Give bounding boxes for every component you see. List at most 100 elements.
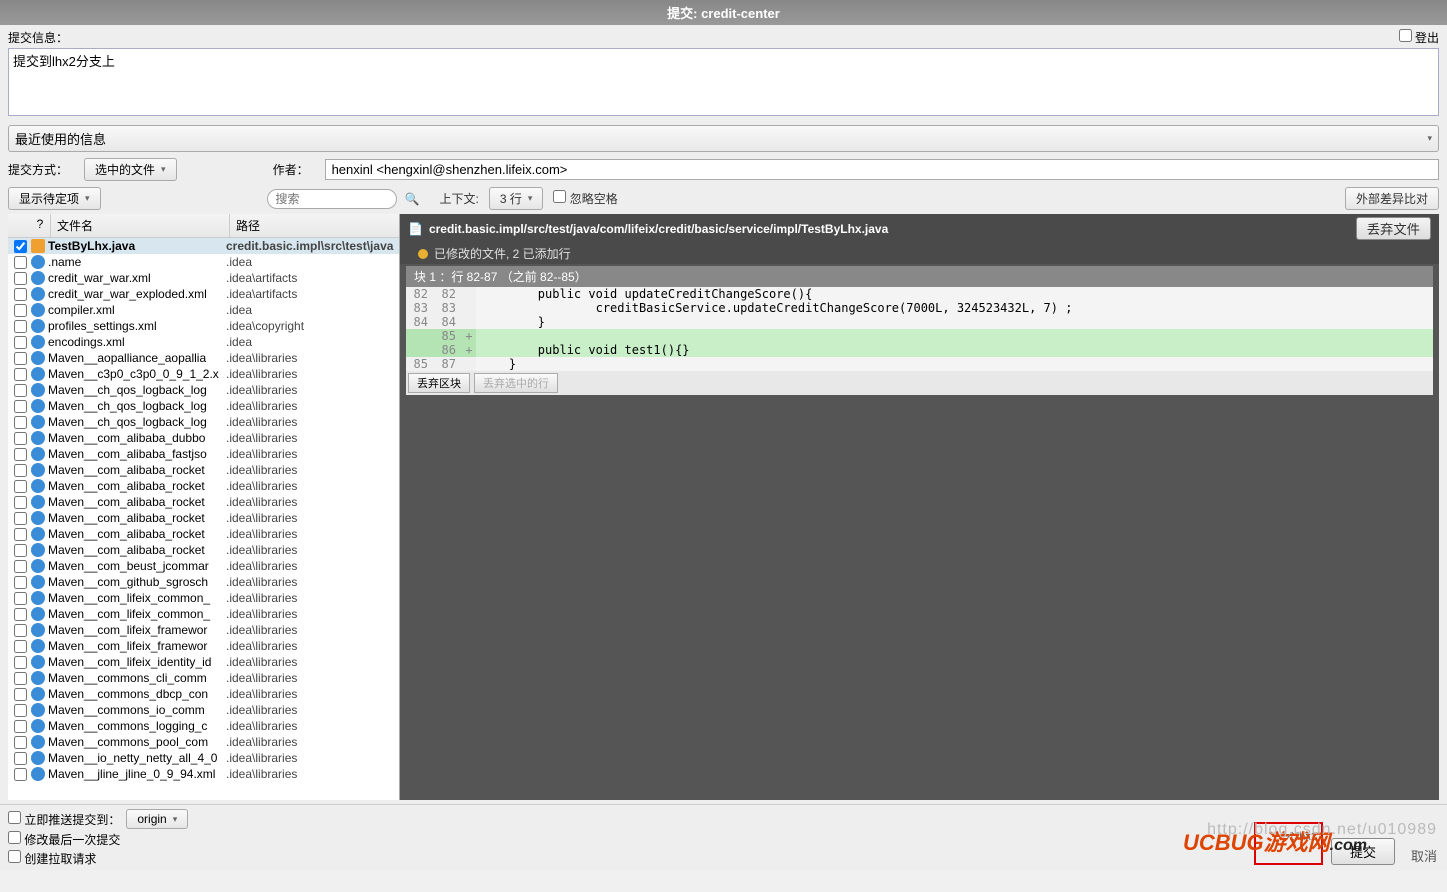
- file-row[interactable]: Maven__aopalliance_aopallia.idea\librari…: [8, 350, 399, 366]
- file-row[interactable]: profiles_settings.xml.idea\copyright: [8, 318, 399, 334]
- file-row[interactable]: Maven__com_lifeix_common_.idea\libraries: [8, 590, 399, 606]
- file-checkbox[interactable]: [14, 736, 27, 749]
- context-lines-select[interactable]: 3 行 ▾: [489, 187, 544, 210]
- file-checkbox[interactable]: [14, 416, 27, 429]
- file-checkbox[interactable]: [14, 448, 27, 461]
- file-row[interactable]: credit_war_war.xml.idea\artifacts: [8, 270, 399, 286]
- file-checkbox[interactable]: [14, 768, 27, 781]
- file-row[interactable]: encodings.xml.idea: [8, 334, 399, 350]
- file-checkbox[interactable]: [14, 256, 27, 269]
- file-row[interactable]: Maven__c3p0_c3p0_0_9_1_2.x.idea\librarie…: [8, 366, 399, 382]
- file-row[interactable]: TestByLhx.javacredit.basic.impl\src\test…: [8, 238, 399, 254]
- file-row[interactable]: .name.idea: [8, 254, 399, 270]
- file-checkbox[interactable]: [14, 656, 27, 669]
- file-row[interactable]: Maven__jline_jline_0_9_94.xml.idea\libra…: [8, 766, 399, 782]
- file-row[interactable]: Maven__com_lifeix_framewor.idea\librarie…: [8, 638, 399, 654]
- file-row[interactable]: Maven__commons_io_comm.idea\libraries: [8, 702, 399, 718]
- file-row[interactable]: Maven__ch_qos_logback_log.idea\libraries: [8, 382, 399, 398]
- commit-mode-select[interactable]: 选中的文件 ▾: [84, 158, 177, 181]
- file-checkbox[interactable]: [14, 496, 27, 509]
- file-checkbox[interactable]: [14, 384, 27, 397]
- file-checkbox[interactable]: [14, 352, 27, 365]
- search-input[interactable]: [267, 189, 397, 209]
- file-checkbox[interactable]: [14, 320, 27, 333]
- file-checkbox[interactable]: [14, 576, 27, 589]
- file-row[interactable]: Maven__com_alibaba_rocket.idea\libraries: [8, 510, 399, 526]
- sort-column[interactable]: ?: [30, 214, 50, 237]
- file-checkbox[interactable]: [14, 560, 27, 573]
- file-row[interactable]: Maven__commons_pool_com.idea\libraries: [8, 734, 399, 750]
- file-checkbox[interactable]: [14, 480, 27, 493]
- discard-file-button[interactable]: 丢弃文件: [1356, 217, 1431, 240]
- file-checkbox[interactable]: [14, 528, 27, 541]
- file-checkbox[interactable]: [14, 720, 27, 733]
- diff-line[interactable]: 8282 public void updateCreditChangeScore…: [406, 287, 1433, 301]
- cancel-button[interactable]: 取消: [1411, 846, 1437, 865]
- file-checkbox[interactable]: [14, 544, 27, 557]
- file-name: TestByLhx.java: [48, 239, 226, 253]
- file-checkbox[interactable]: [14, 752, 27, 765]
- diff-line[interactable]: 85+: [406, 329, 1433, 343]
- file-checkbox[interactable]: [14, 672, 27, 685]
- file-checkbox[interactable]: [14, 288, 27, 301]
- file-row[interactable]: Maven__commons_dbcp_con.idea\libraries: [8, 686, 399, 702]
- file-checkbox[interactable]: [14, 240, 27, 253]
- file-checkbox[interactable]: [14, 464, 27, 477]
- file-row[interactable]: Maven__com_alibaba_rocket.idea\libraries: [8, 494, 399, 510]
- file-row[interactable]: Maven__com_alibaba_rocket.idea\libraries: [8, 542, 399, 558]
- file-name: Maven__commons_dbcp_con: [48, 687, 226, 701]
- file-checkbox[interactable]: [14, 624, 27, 637]
- commit-button[interactable]: 提交: [1331, 838, 1395, 865]
- file-row[interactable]: Maven__com_alibaba_rocket.idea\libraries: [8, 462, 399, 478]
- file-checkbox[interactable]: [14, 688, 27, 701]
- file-checkbox[interactable]: [14, 304, 27, 317]
- file-row[interactable]: Maven__commons_logging_c.idea\libraries: [8, 718, 399, 734]
- file-checkbox[interactable]: [14, 336, 27, 349]
- discard-hunk-button[interactable]: 丢弃区块: [408, 373, 470, 393]
- file-name: Maven__com_lifeix_common_: [48, 607, 226, 621]
- logout-check[interactable]: 登出: [1399, 29, 1439, 46]
- file-checkbox[interactable]: [14, 368, 27, 381]
- file-checkbox[interactable]: [14, 432, 27, 445]
- file-type-icon: [31, 415, 45, 429]
- remote-select[interactable]: origin ▾: [126, 809, 188, 829]
- commit-message-input[interactable]: 提交到lhx2分支上: [8, 48, 1439, 116]
- diff-line[interactable]: 8484 }: [406, 315, 1433, 329]
- external-diff-button[interactable]: 外部差异比对: [1345, 187, 1439, 210]
- file-row[interactable]: Maven__com_beust_jcommar.idea\libraries: [8, 558, 399, 574]
- file-checkbox[interactable]: [14, 640, 27, 653]
- file-row[interactable]: Maven__com_alibaba_fastjso.idea\librarie…: [8, 446, 399, 462]
- file-row[interactable]: Maven__commons_cli_comm.idea\libraries: [8, 670, 399, 686]
- file-row[interactable]: Maven__ch_qos_logback_log.idea\libraries: [8, 414, 399, 430]
- file-checkbox[interactable]: [14, 512, 27, 525]
- file-row[interactable]: Maven__com_alibaba_rocket.idea\libraries: [8, 478, 399, 494]
- file-row[interactable]: Maven__com_lifeix_common_.idea\libraries: [8, 606, 399, 622]
- filename-column-header[interactable]: 文件名: [50, 214, 229, 237]
- file-row[interactable]: Maven__io_netty_netty_all_4_0.idea\libra…: [8, 750, 399, 766]
- file-checkbox[interactable]: [14, 608, 27, 621]
- file-checkbox[interactable]: [14, 592, 27, 605]
- ignore-whitespace-check[interactable]: 忽略空格: [553, 190, 617, 207]
- recent-messages-dropdown[interactable]: 最近使用的信息▾: [8, 125, 1439, 152]
- file-row[interactable]: Maven__com_github_sgrosch.idea\libraries: [8, 574, 399, 590]
- diff-line[interactable]: 8383 creditBasicService.updateCreditChan…: [406, 301, 1433, 315]
- file-row[interactable]: Maven__com_alibaba_rocket.idea\libraries: [8, 526, 399, 542]
- amend-check[interactable]: 修改最后一次提交: [8, 831, 120, 848]
- file-row[interactable]: credit_war_war_exploded.xml.idea\artifac…: [8, 286, 399, 302]
- path-column-header[interactable]: 路径: [229, 214, 399, 237]
- file-icon: 📄: [408, 222, 423, 236]
- push-now-check[interactable]: 立即推送提交到：: [8, 811, 120, 828]
- file-row[interactable]: Maven__com_lifeix_identity_id.idea\libra…: [8, 654, 399, 670]
- create-pr-check[interactable]: 创建拉取请求: [8, 850, 96, 867]
- file-checkbox[interactable]: [14, 272, 27, 285]
- file-row[interactable]: Maven__ch_qos_logback_log.idea\libraries: [8, 398, 399, 414]
- file-checkbox[interactable]: [14, 400, 27, 413]
- file-row[interactable]: Maven__com_alibaba_dubbo.idea\libraries: [8, 430, 399, 446]
- file-row[interactable]: Maven__com_lifeix_framewor.idea\librarie…: [8, 622, 399, 638]
- author-input[interactable]: [325, 159, 1439, 180]
- file-row[interactable]: compiler.xml.idea: [8, 302, 399, 318]
- file-checkbox[interactable]: [14, 704, 27, 717]
- diff-line[interactable]: 8587 }: [406, 357, 1433, 371]
- show-pending-dropdown[interactable]: 显示待定项 ▾: [8, 187, 101, 210]
- diff-line[interactable]: 86+ public void test1(){}: [406, 343, 1433, 357]
